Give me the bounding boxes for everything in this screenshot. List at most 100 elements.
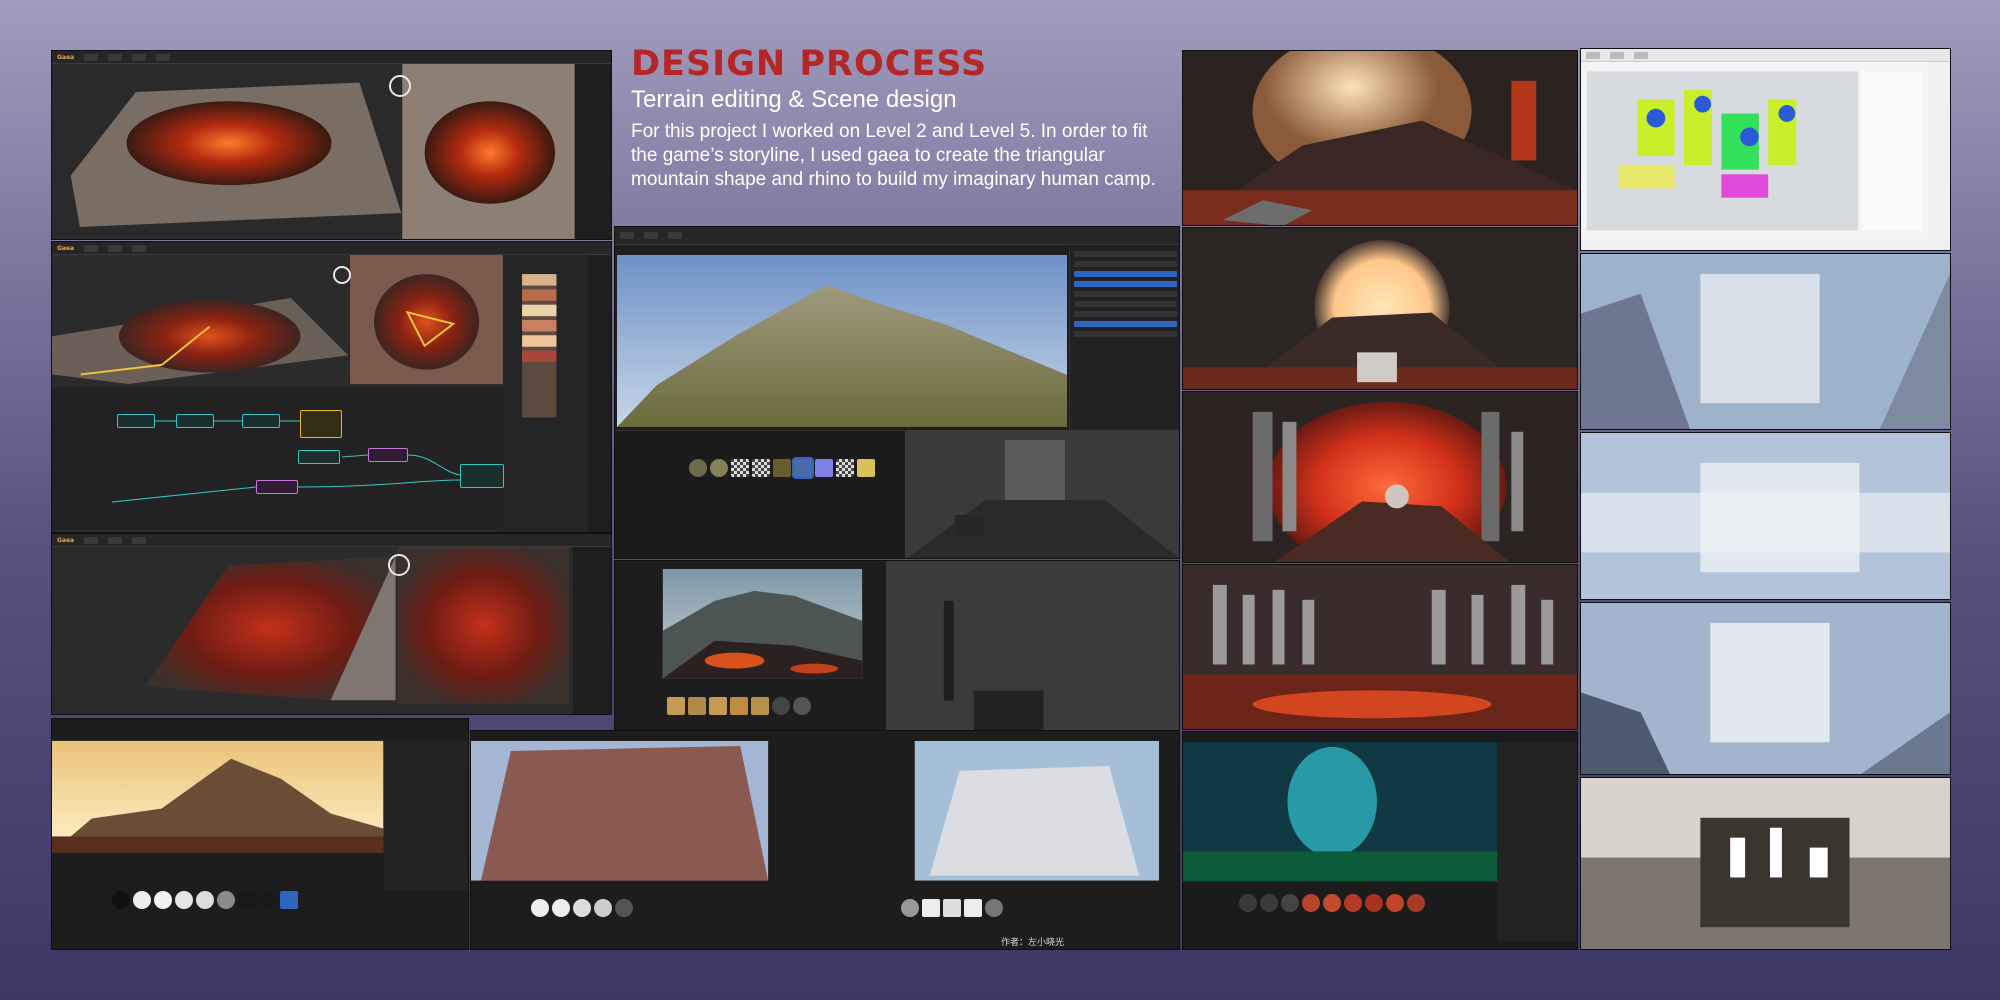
toolbar-button[interactable] bbox=[108, 53, 123, 61]
scene-render-3 bbox=[1182, 391, 1578, 563]
asset-thumbnail[interactable] bbox=[751, 697, 769, 715]
asset-thumbnail[interactable] bbox=[259, 891, 277, 909]
outliner-row[interactable] bbox=[1074, 271, 1177, 277]
outliner-row[interactable] bbox=[1074, 261, 1177, 267]
render-image bbox=[1581, 254, 1950, 429]
description-paragraph: For this project I worked on Level 2 and… bbox=[631, 121, 1156, 190]
rhino-viewport bbox=[1581, 62, 1929, 240]
asset-thumbnail[interactable] bbox=[196, 891, 214, 909]
asset-thumbnail[interactable] bbox=[615, 899, 633, 917]
asset-thumbnail[interactable] bbox=[815, 459, 833, 477]
mountain-viewport bbox=[617, 255, 1067, 427]
toolbar-button[interactable] bbox=[1634, 51, 1648, 59]
rhino-toolbar bbox=[1581, 49, 1950, 62]
render-image bbox=[1581, 778, 1950, 949]
gaea-terrain-panel-2: Gaea bbox=[51, 241, 612, 533]
asset-thumbnail[interactable] bbox=[280, 891, 298, 909]
asset-thumbnail[interactable] bbox=[943, 899, 961, 917]
asset-thumbnail[interactable] bbox=[1260, 894, 1278, 912]
asset-thumbnail[interactable] bbox=[1365, 894, 1383, 912]
asset-thumbnail[interactable] bbox=[772, 697, 790, 715]
asset-thumbnail[interactable] bbox=[985, 899, 1003, 917]
asset-thumbnail[interactable] bbox=[1239, 894, 1257, 912]
toolbar-button[interactable] bbox=[644, 232, 658, 239]
outliner-row[interactable] bbox=[1074, 331, 1177, 337]
scene-render-4 bbox=[1182, 564, 1578, 730]
terrain-3d-view bbox=[52, 64, 575, 239]
content-thumbnails bbox=[689, 457, 875, 479]
asset-thumbnail[interactable] bbox=[857, 459, 875, 477]
camp-render-4 bbox=[1580, 777, 1951, 950]
page-subtitle: Terrain editing & Scene design bbox=[631, 86, 957, 113]
asset-thumbnail[interactable] bbox=[112, 891, 130, 909]
interior-viewport bbox=[905, 430, 1179, 558]
gaea-app-name: Gaea bbox=[57, 53, 75, 61]
asset-thumbnail[interactable] bbox=[836, 459, 854, 477]
toolbar-button[interactable] bbox=[620, 232, 634, 239]
asset-thumbnail[interactable] bbox=[1407, 894, 1425, 912]
asset-thumbnail[interactable] bbox=[689, 459, 707, 477]
scene-render-5 bbox=[1182, 731, 1578, 950]
sunset-mountain-viewport bbox=[52, 719, 468, 949]
gaea-app-name: Gaea bbox=[57, 536, 75, 544]
camp-render-2 bbox=[1580, 432, 1951, 600]
unreal-level-panel bbox=[614, 560, 1180, 735]
toolbar-button[interactable] bbox=[132, 536, 147, 544]
asset-thumbnail[interactable] bbox=[175, 891, 193, 909]
asset-thumbnail[interactable] bbox=[710, 459, 728, 477]
outliner-row[interactable] bbox=[1074, 311, 1177, 317]
asset-thumbnail[interactable] bbox=[1386, 894, 1404, 912]
asset-thumbnail[interactable] bbox=[552, 899, 570, 917]
material-thumbnails bbox=[667, 697, 811, 715]
editor-toolbar bbox=[615, 227, 1179, 245]
outliner-row[interactable] bbox=[1074, 291, 1177, 297]
rhino-modeling-panel bbox=[1580, 48, 1951, 251]
toolbar-button[interactable] bbox=[84, 536, 99, 544]
material-thumbnails bbox=[901, 899, 1003, 917]
asset-thumbnail[interactable] bbox=[792, 457, 814, 479]
toolbar-button[interactable] bbox=[1586, 51, 1600, 59]
asset-thumbnail[interactable] bbox=[1302, 894, 1320, 912]
asset-thumbnail[interactable] bbox=[709, 697, 727, 715]
asset-thumbnail[interactable] bbox=[730, 697, 748, 715]
asset-thumbnail[interactable] bbox=[531, 899, 549, 917]
asset-thumbnail[interactable] bbox=[793, 697, 811, 715]
render-image bbox=[1183, 732, 1577, 949]
asset-thumbnail[interactable] bbox=[217, 891, 235, 909]
asset-thumbnail[interactable] bbox=[752, 459, 770, 477]
asset-thumbnail[interactable] bbox=[1281, 894, 1299, 912]
asset-thumbnail[interactable] bbox=[1344, 894, 1362, 912]
toolbar-button[interactable] bbox=[84, 53, 99, 61]
asset-thumbnail[interactable] bbox=[901, 899, 919, 917]
unreal-bottom-panel-1 bbox=[51, 718, 469, 950]
asset-thumbnail[interactable] bbox=[731, 459, 749, 477]
asset-thumbnail[interactable] bbox=[922, 899, 940, 917]
toolbar-button[interactable] bbox=[132, 53, 147, 61]
terrain-material-viewport bbox=[471, 731, 1179, 949]
gaea-toolbar: Gaea bbox=[52, 534, 611, 547]
outliner-row[interactable] bbox=[1074, 281, 1177, 287]
outliner-row[interactable] bbox=[1074, 251, 1177, 257]
outliner-row[interactable] bbox=[1074, 321, 1177, 327]
asset-thumbnail[interactable] bbox=[773, 459, 791, 477]
gaea-terrain-panel-3: Gaea bbox=[51, 533, 612, 715]
asset-thumbnail[interactable] bbox=[573, 899, 591, 917]
asset-thumbnail[interactable] bbox=[594, 899, 612, 917]
asset-thumbnail[interactable] bbox=[1323, 894, 1341, 912]
asset-thumbnail[interactable] bbox=[688, 697, 706, 715]
gaea-loading-ring-icon bbox=[389, 75, 411, 97]
toolbar-button[interactable] bbox=[108, 536, 123, 544]
asset-thumbnail[interactable] bbox=[667, 697, 685, 715]
render-image bbox=[1183, 565, 1577, 729]
asset-thumbnail[interactable] bbox=[133, 891, 151, 909]
unreal-bottom-panel-2: 作者：左小晓光 bbox=[470, 730, 1180, 950]
toolbar-button[interactable] bbox=[1610, 51, 1624, 59]
asset-thumbnail[interactable] bbox=[964, 899, 982, 917]
toolbar-button[interactable] bbox=[156, 53, 171, 61]
outliner-row[interactable] bbox=[1074, 301, 1177, 307]
author-credit: 作者：左小晓光 bbox=[1001, 938, 1065, 948]
toolbar-button[interactable] bbox=[668, 232, 682, 239]
unreal-editor-panel bbox=[614, 226, 1180, 559]
asset-thumbnail[interactable] bbox=[154, 891, 172, 909]
asset-thumbnail[interactable] bbox=[238, 891, 256, 909]
